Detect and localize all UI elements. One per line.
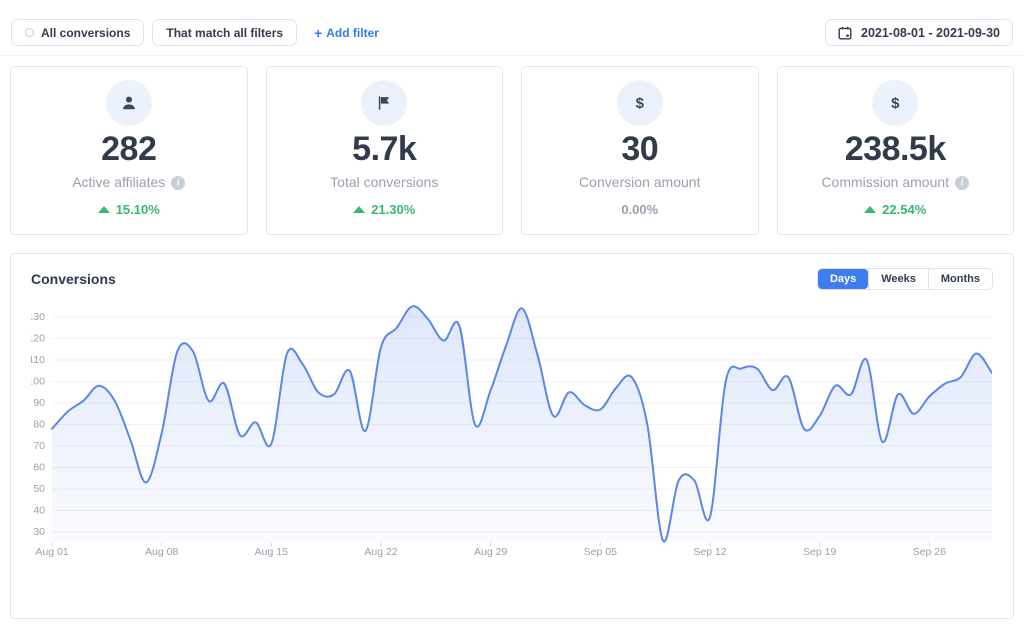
stat-cards-row: 282 Active affiliates i 15.10% 5.7k Tota… (0, 56, 1024, 235)
info-icon[interactable]: i (955, 176, 969, 190)
date-range-picker[interactable]: 2021-08-01 - 2021-09-30 (825, 19, 1013, 46)
up-arrow-icon (98, 206, 110, 213)
stat-value: 5.7k (275, 131, 495, 167)
svg-text:Sep 19: Sep 19 (803, 546, 836, 558)
y-axis-labels: 30 40 50 60 70 80 90 100 110 120 130 (31, 311, 45, 538)
svg-text:Aug 29: Aug 29 (474, 546, 507, 558)
conversions-area-chart[interactable]: 30405060708090100110120130Aug 01Aug 08Au… (31, 297, 993, 566)
svg-text:70: 70 (33, 440, 45, 452)
stat-label-row: Total conversions (275, 174, 495, 191)
stat-delta-value: 21.30% (371, 202, 415, 217)
stat-value: 282 (19, 131, 239, 167)
chart-svg[interactable]: 30405060708090100110120130Aug 01Aug 08Au… (31, 297, 992, 561)
status-circle-icon (25, 28, 34, 37)
calendar-icon (838, 26, 852, 40)
stat-label: Total conversions (330, 174, 438, 191)
tab-months[interactable]: Months (928, 269, 992, 289)
svg-text:130: 130 (31, 311, 45, 323)
stat-delta-value: 15.10% (116, 202, 160, 217)
svg-text:Aug 15: Aug 15 (255, 546, 288, 558)
svg-text:60: 60 (33, 462, 45, 474)
tab-days[interactable]: Days (818, 269, 868, 289)
svg-text:Aug 01: Aug 01 (35, 546, 68, 558)
stat-card: $ 30 Conversion amount 0.00% (521, 66, 759, 235)
svg-text:Sep 05: Sep 05 (584, 546, 617, 558)
dollar-icon: $ (872, 80, 918, 126)
svg-text:Sep 12: Sep 12 (693, 546, 726, 558)
stat-label: Active affiliates (72, 174, 165, 191)
stat-card: $ 238.5k Commission amount i 22.54% (777, 66, 1015, 235)
stat-delta: 0.00% (530, 202, 750, 217)
filter-bar: All conversions That match all filters +… (0, 0, 1024, 46)
stat-delta-value: 0.00% (621, 202, 658, 217)
stat-value: 238.5k (786, 131, 1006, 167)
user-icon (106, 80, 152, 126)
svg-text:Aug 08: Aug 08 (145, 546, 178, 558)
plus-icon: + (314, 26, 322, 40)
svg-text:120: 120 (31, 333, 45, 345)
svg-text:Aug 22: Aug 22 (364, 546, 397, 558)
up-arrow-icon (864, 206, 876, 213)
up-arrow-icon (353, 206, 365, 213)
tab-weeks[interactable]: Weeks (868, 269, 928, 289)
stat-label-row: Conversion amount (530, 174, 750, 191)
dollar-icon: $ (617, 80, 663, 126)
svg-text:100: 100 (31, 376, 45, 388)
svg-text:90: 90 (33, 397, 45, 409)
x-axis-labels: Aug 01 Aug 08 Aug 15 Aug 22 Aug 29 Sep 05 Sep … (35, 542, 946, 558)
panel-header: Conversions Days Weeks Months (31, 267, 993, 291)
flag-icon (361, 80, 407, 126)
svg-text:110: 110 (31, 354, 45, 366)
svg-text:40: 40 (33, 505, 45, 517)
stat-label-row: Commission amount i (786, 174, 1006, 191)
stat-label: Conversion amount (579, 174, 700, 191)
match-all-filters-button[interactable]: That match all filters (152, 19, 297, 46)
add-filter-label: Add filter (326, 26, 379, 40)
series-conversions (52, 306, 992, 542)
panel-title: Conversions (31, 271, 116, 287)
svg-text:50: 50 (33, 483, 45, 495)
all-conversions-button[interactable]: All conversions (11, 19, 144, 46)
svg-text:30: 30 (33, 526, 45, 538)
all-conversions-label: All conversions (41, 26, 130, 40)
svg-text:80: 80 (33, 419, 45, 431)
match-all-filters-label: That match all filters (166, 26, 283, 40)
stat-label-row: Active affiliates i (19, 174, 239, 191)
svg-text:Sep 26: Sep 26 (913, 546, 946, 558)
stat-label: Commission amount (821, 174, 949, 191)
info-icon[interactable]: i (171, 176, 185, 190)
stat-delta-value: 22.54% (882, 202, 926, 217)
stat-delta: 21.30% (275, 202, 495, 217)
stat-card: 5.7k Total conversions 21.30% (266, 66, 504, 235)
add-filter-link[interactable]: + Add filter (314, 26, 379, 40)
stat-delta: 22.54% (786, 202, 1006, 217)
granularity-tabs: Days Weeks Months (817, 268, 993, 290)
stat-delta: 15.10% (19, 202, 239, 217)
stat-card: 282 Active affiliates i 15.10% (10, 66, 248, 235)
stat-value: 30 (530, 131, 750, 167)
conversions-panel: Conversions Days Weeks Months 30 40 50 60 70… (10, 253, 1014, 619)
date-range-value: 2021-08-01 - 2021-09-30 (861, 26, 1000, 40)
